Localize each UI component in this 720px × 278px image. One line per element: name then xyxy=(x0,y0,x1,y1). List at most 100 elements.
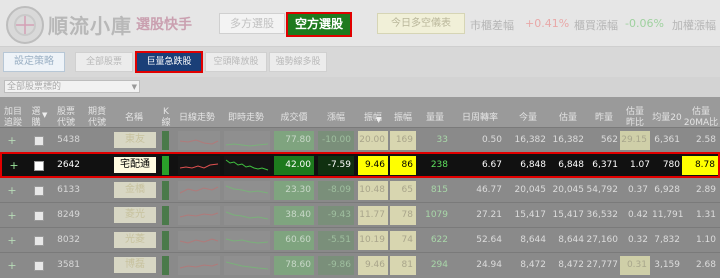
kline-indicator xyxy=(162,131,169,150)
add-track-icon[interactable]: + xyxy=(2,128,22,153)
row-checkbox[interactable] xyxy=(34,161,44,171)
change-cell: -8.09 xyxy=(318,181,354,200)
est-volume-cell: 20,045 xyxy=(552,185,585,195)
subtab-strong-trend[interactable]: 強勢線多股 xyxy=(269,52,327,72)
subtab-bearish-volume[interactable]: 空頭降放股 xyxy=(205,52,267,72)
col-yesterday-volume[interactable]: 昨量 xyxy=(588,113,620,124)
sort-desc-icon[interactable]: ▼ xyxy=(376,116,381,124)
est-volume-cell: 16,382 xyxy=(552,135,585,145)
stock-name[interactable]: 東友 xyxy=(114,132,156,148)
stat-label-otc-change: 櫃買漲幅 xyxy=(574,19,618,32)
stock-select[interactable]: 全部股票標的 ▼ xyxy=(4,80,140,93)
est-yest-cell: 0.32 xyxy=(627,235,648,245)
col-amplitude-2[interactable]: 振幅 xyxy=(390,113,416,124)
est-ma-cell: 2.68 xyxy=(695,260,716,270)
stock-table: 加目 追蹤 選 購 股票 代號 期貨 代號 名稱 K 線 日線走勢 即時走勢 成… xyxy=(0,97,720,278)
stock-name[interactable]: 光菱 xyxy=(114,232,156,248)
set-strategy-button[interactable]: 設定策略 xyxy=(3,52,65,72)
stock-name[interactable]: 金橋 xyxy=(114,182,156,198)
stock-name[interactable]: 博磊 xyxy=(114,257,156,273)
col-name[interactable]: 名稱 xyxy=(112,113,156,124)
volume-ratio-cell: 1079 xyxy=(425,210,448,220)
row-checkbox[interactable] xyxy=(34,186,44,196)
today-volume-cell: 8,472 xyxy=(520,260,546,270)
turnover-cell: 52.64 xyxy=(476,235,502,245)
col-estimated-volume[interactable]: 估量 xyxy=(550,113,586,124)
stock-code: 2642 xyxy=(57,160,80,170)
volume-ratio-cell: 238 xyxy=(430,160,448,170)
table-row[interactable]: + 8249 菱光 38.40 -9.43 11.77 78 1079 27.2… xyxy=(0,202,720,228)
price-cell: 60.60 xyxy=(274,231,314,250)
row-checkbox[interactable] xyxy=(34,261,44,271)
col-est-yest-ratio[interactable]: 估量 昨比 xyxy=(620,107,650,129)
ma20-cell: 3,159 xyxy=(654,260,680,270)
add-track-icon[interactable]: + xyxy=(2,203,22,228)
row-checkbox[interactable] xyxy=(34,136,44,146)
col-futures[interactable]: 期貨 代號 xyxy=(83,107,111,129)
amplitude-cell: 11.77 xyxy=(358,206,388,225)
change-cell: -7.59 xyxy=(318,156,354,175)
app-subtitle: 選股快手 xyxy=(136,17,192,33)
daily-trend-sparkline xyxy=(178,181,220,200)
ma20-cell: 6,928 xyxy=(654,185,680,195)
tab-long-picks[interactable]: 多方選股 xyxy=(219,13,285,34)
realtime-sparkline xyxy=(224,256,270,275)
add-track-icon[interactable]: + xyxy=(2,178,22,203)
est-ma-cell: 1.10 xyxy=(695,235,716,245)
weighted-change-label[interactable]: 加權漲幅 xyxy=(672,17,716,33)
row-checkbox[interactable] xyxy=(34,211,44,221)
subtab-volume-drop[interactable]: 巨量急跌股 xyxy=(135,51,203,73)
col-today-volume[interactable]: 今量 xyxy=(508,113,548,124)
amplitude2-cell: 86 xyxy=(390,156,416,175)
col-realtime-trend[interactable]: 即時走勢 xyxy=(222,113,270,124)
col-daily-trend[interactable]: 日線走勢 xyxy=(176,113,218,124)
kline-indicator xyxy=(162,181,169,200)
realtime-sparkline xyxy=(224,231,270,250)
daily-summary-button[interactable]: 今日多空儀表 xyxy=(377,13,465,34)
logo-icon xyxy=(14,14,36,36)
table-row[interactable]: + 3581 博磊 78.60 -9.86 9.46 81 294 24.94 … xyxy=(0,252,720,278)
col-turnover[interactable]: 日周轉率 xyxy=(454,113,506,124)
turnover-cell: 6.67 xyxy=(481,160,502,170)
volume-ratio-cell: 622 xyxy=(430,235,448,245)
add-track-icon[interactable]: + xyxy=(2,228,22,253)
change-cell: -10.00 xyxy=(318,131,354,150)
yesterday-volume-cell: 27,777 xyxy=(586,260,619,270)
ma20-cell: 6,361 xyxy=(654,135,680,145)
col-est-ma20-ratio[interactable]: 估量 20MA比 xyxy=(682,107,720,129)
price-cell: 77.80 xyxy=(274,131,314,150)
daily-trend-sparkline xyxy=(178,206,220,225)
col-ma20[interactable]: 均量20 xyxy=(652,113,682,124)
col-change[interactable]: 漲幅 xyxy=(318,113,354,124)
tab-short-picks[interactable]: 空方選股 xyxy=(286,12,352,37)
yesterday-volume-cell: 27,160 xyxy=(586,235,619,245)
table-row-selected[interactable]: + 2642 宅配通 42.00 -7.59 9.46 86 238 6.67 … xyxy=(0,152,720,178)
yesterday-volume-cell: 36,532 xyxy=(586,210,619,220)
amplitude-cell: 10.19 xyxy=(358,231,388,250)
sort-desc-icon[interactable]: ▼ xyxy=(42,111,47,119)
today-volume-cell: 16,382 xyxy=(514,135,547,145)
row-checkbox[interactable] xyxy=(34,236,44,246)
daily-trend-sparkline xyxy=(178,231,220,250)
col-code[interactable]: 股票 代號 xyxy=(52,107,80,129)
col-price[interactable]: 成交價 xyxy=(274,113,314,124)
yesterday-volume-cell: 6,371 xyxy=(592,160,618,170)
add-track-icon[interactable]: + xyxy=(2,253,22,278)
price-cell: 78.60 xyxy=(274,256,314,275)
change-cell: -5.51 xyxy=(318,231,354,250)
table-row[interactable]: + 8032 光菱 60.60 -5.51 10.19 74 622 52.64… xyxy=(0,227,720,253)
col-volume-ratio[interactable]: 量量 xyxy=(418,113,452,124)
amplitude-cell: 9.46 xyxy=(358,256,388,275)
col-track[interactable]: 加目 追蹤 xyxy=(2,107,24,129)
add-track-icon[interactable]: + xyxy=(4,153,24,178)
table-row[interactable]: + 6133 金橋 23.30 -8.09 10.48 65 815 46.77… xyxy=(0,177,720,203)
col-amplitude[interactable]: 振幅 xyxy=(358,113,388,124)
amplitude2-cell: 65 xyxy=(390,181,416,200)
stock-name[interactable]: 宅配通 xyxy=(114,157,156,173)
stock-name[interactable]: 菱光 xyxy=(114,207,156,223)
subtab-all-stocks[interactable]: 全部股票 xyxy=(75,52,133,72)
ma20-cell: 11,791 xyxy=(652,210,684,220)
est-ma-cell: 2.58 xyxy=(695,135,716,145)
table-row[interactable]: + 5438 東友 77.80 -10.00 20.00 169 33 0.50… xyxy=(0,127,720,153)
col-kline[interactable]: K 線 xyxy=(160,107,172,129)
